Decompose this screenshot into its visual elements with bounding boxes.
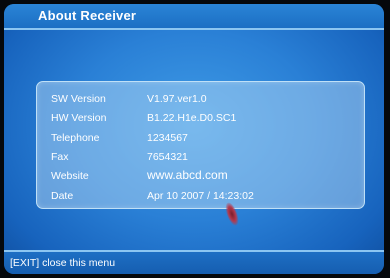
info-row-telephone: Telephone 1234567 [37,130,364,148]
date-label: Date [51,190,74,202]
fax-label: Fax [51,151,69,163]
hw-version-label: HW Version [51,112,107,124]
receiver-info-panel: SW Version V1.97.ver1.0 HW Version B1.22… [36,81,365,209]
sw-version-value: V1.97.ver1.0 [147,93,207,105]
fax-value: 7654321 [147,151,188,163]
website-label: Website [51,170,89,182]
info-row-date: Date Apr 10 2007 / 14:23:02 [37,188,364,206]
exit-hint[interactable]: [EXIT] close this menu [10,257,115,269]
info-row-fax: Fax 7654321 [37,149,364,167]
telephone-value: 1234567 [147,132,188,144]
info-row-website: Website www.abcd.com [37,168,364,186]
hw-version-value: B1.22.H1e.D0.SC1 [147,112,237,124]
title-bar: About Receiver [4,4,384,30]
info-row-sw-version: SW Version V1.97.ver1.0 [37,91,364,109]
sw-version-label: SW Version [51,93,106,105]
date-value: Apr 10 2007 / 14:23:02 [147,190,254,202]
website-value: www.abcd.com [147,168,228,182]
page-title: About Receiver [38,8,137,23]
telephone-label: Telephone [51,132,100,144]
info-row-hw-version: HW Version B1.22.H1e.D0.SC1 [37,110,364,128]
receiver-screen: About Receiver SW Version V1.97.ver1.0 H… [4,4,384,274]
footer-bar: [EXIT] close this menu [4,250,384,274]
